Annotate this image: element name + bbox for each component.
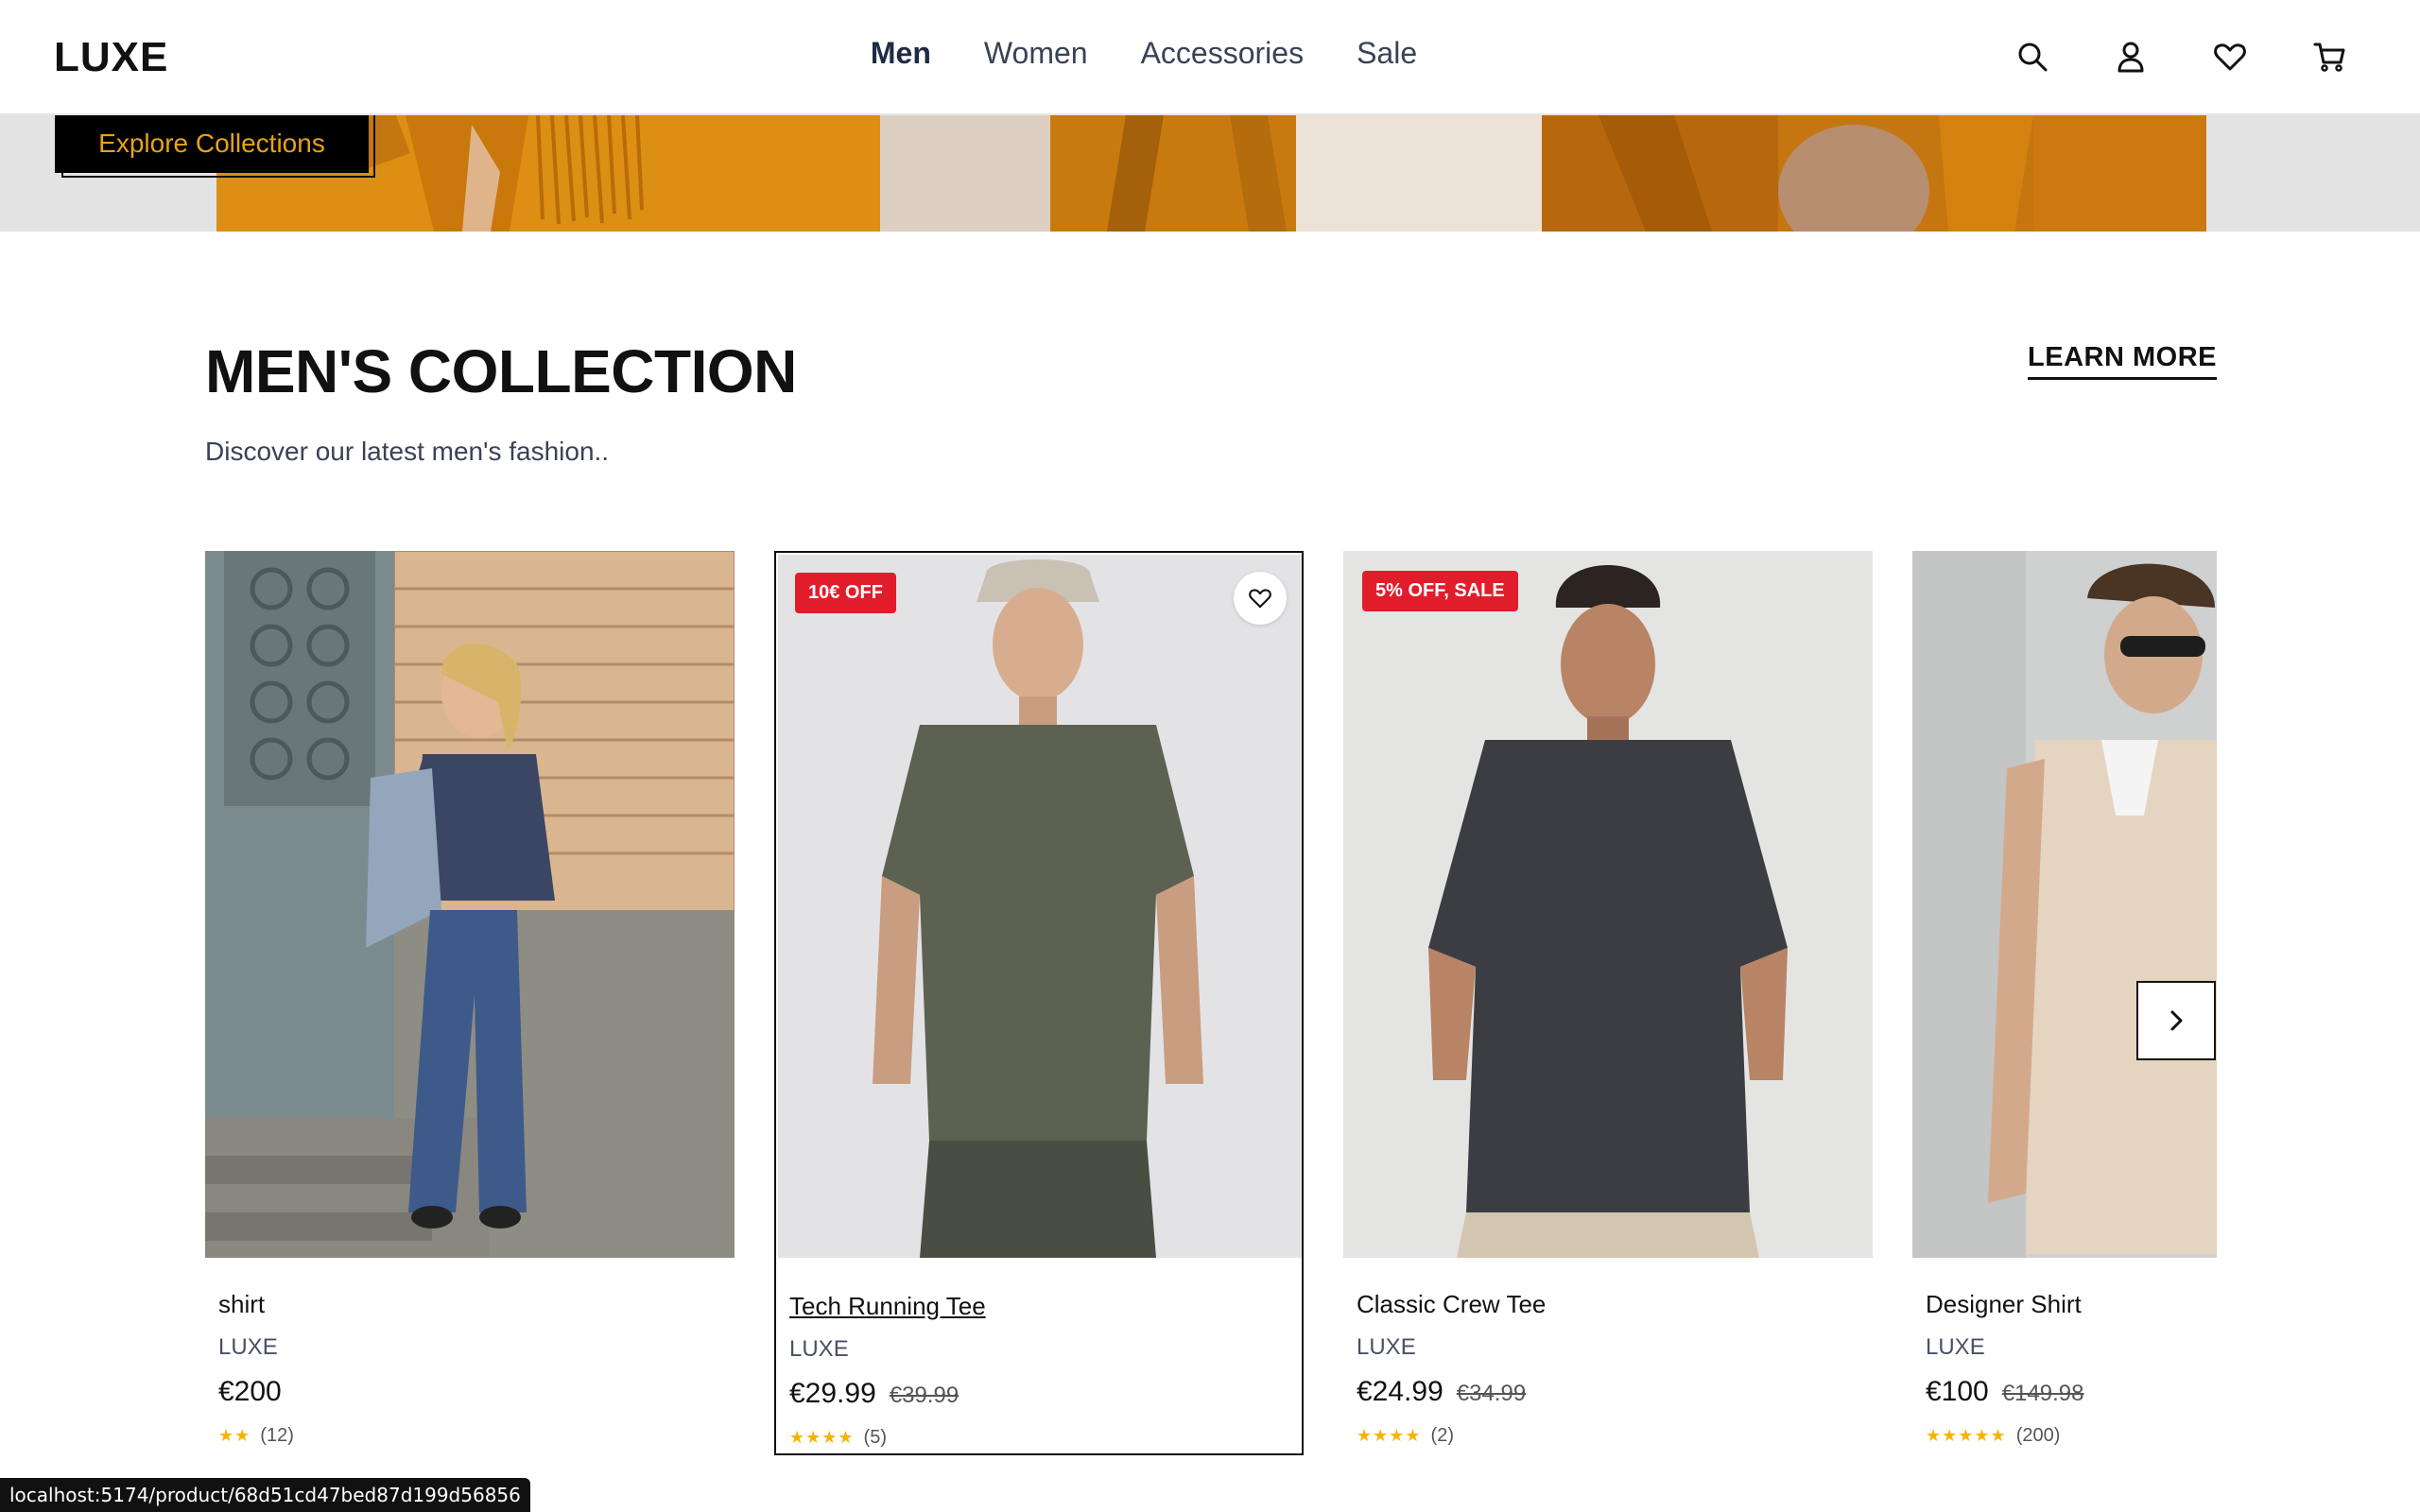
product-name[interactable]: Designer Shirt xyxy=(1926,1290,2084,1319)
product-image xyxy=(778,555,1302,1258)
section-title: MEN'S COLLECTION xyxy=(205,337,797,405)
product-brand: LUXE xyxy=(1357,1334,1416,1360)
product-name[interactable]: shirt xyxy=(218,1290,294,1319)
review-count: (12) xyxy=(260,1425,294,1446)
carousel-next-button[interactable] xyxy=(2136,981,2216,1060)
rating-stars: ★★★★ xyxy=(1357,1426,1422,1445)
product-card[interactable]: 10€ OFF Tech Running Tee LUXE €29.99 €39… xyxy=(774,551,1304,1455)
product-info: Designer Shirt LUXE €100 €149.98 ★★★★★ (… xyxy=(1926,1290,2084,1447)
product-info: Classic Crew Tee LUXE €24.99 €34.99 ★★★★… xyxy=(1357,1290,1546,1447)
browser-status-url: localhost:5174/product/68d51cd47bed87d19… xyxy=(0,1478,530,1512)
wishlist-button[interactable] xyxy=(1234,572,1287,625)
rating-stars: ★★★★ xyxy=(789,1428,855,1447)
section-subtitle: Discover our latest men's fashion.. xyxy=(205,437,610,466)
discount-badge: 5% OFF, SALE xyxy=(1362,571,1518,611)
cart-icon[interactable] xyxy=(2310,38,2348,76)
product-price: €29.99 xyxy=(789,1378,876,1409)
rating-stars: ★★ xyxy=(218,1426,251,1445)
product-price: €100 xyxy=(1926,1376,1989,1407)
product-image xyxy=(1343,551,1873,1258)
product-card[interactable]: shirt LUXE €200 ★★ (12) xyxy=(205,551,735,1455)
review-count: (2) xyxy=(1430,1425,1454,1446)
heart-icon[interactable] xyxy=(2211,38,2249,76)
product-brand: LUXE xyxy=(789,1336,849,1362)
product-info: Tech Running Tee LUXE €29.99 €39.99 ★★★★… xyxy=(789,1292,986,1449)
learn-more-link[interactable]: LEARN MORE xyxy=(2028,342,2217,380)
product-image xyxy=(1912,551,2217,1258)
product-info: shirt LUXE €200 ★★ (12) xyxy=(218,1290,294,1447)
header-actions xyxy=(2014,38,2420,79)
nav-item-accessories[interactable]: Accessories xyxy=(1141,36,1305,71)
review-count: (5) xyxy=(863,1427,887,1448)
product-brand: LUXE xyxy=(1926,1334,1985,1360)
hero-image-suit xyxy=(1542,115,2206,232)
product-carousel: shirt LUXE €200 ★★ (12) 10€ OFF Tech Run… xyxy=(205,551,2217,1458)
nav-item-sale[interactable]: Sale xyxy=(1357,36,1417,71)
nav-item-women[interactable]: Women xyxy=(984,36,1088,71)
original-price: €34.99 xyxy=(1456,1381,1527,1406)
hero-image-blazer xyxy=(880,115,1542,232)
product-brand: LUXE xyxy=(218,1334,278,1360)
original-price: €39.99 xyxy=(889,1383,959,1408)
product-price: €24.99 xyxy=(1357,1376,1443,1407)
heart-icon xyxy=(1249,589,1271,609)
original-price: €149.98 xyxy=(2001,1381,2084,1406)
nav-item-men[interactable]: Men xyxy=(871,36,931,71)
product-card[interactable]: 5% OFF, SALE Classic Crew Tee LUXE €24.9… xyxy=(1343,551,1873,1455)
chevron-right-icon xyxy=(2170,1010,2183,1031)
search-icon[interactable] xyxy=(2014,38,2051,76)
explore-collections-button[interactable]: Explore Collections xyxy=(55,113,369,173)
site-header: LUXE Men Women Accessories Sale xyxy=(0,0,2420,115)
discount-badge: 10€ OFF xyxy=(795,573,896,613)
product-image xyxy=(205,551,735,1258)
review-count: (200) xyxy=(2015,1425,2061,1446)
product-name[interactable]: Tech Running Tee xyxy=(789,1292,986,1321)
rating-stars: ★★★★★ xyxy=(1926,1426,2007,1445)
user-icon[interactable] xyxy=(2112,38,2150,76)
product-price: €200 xyxy=(218,1376,282,1407)
product-name[interactable]: Classic Crew Tee xyxy=(1357,1290,1546,1319)
